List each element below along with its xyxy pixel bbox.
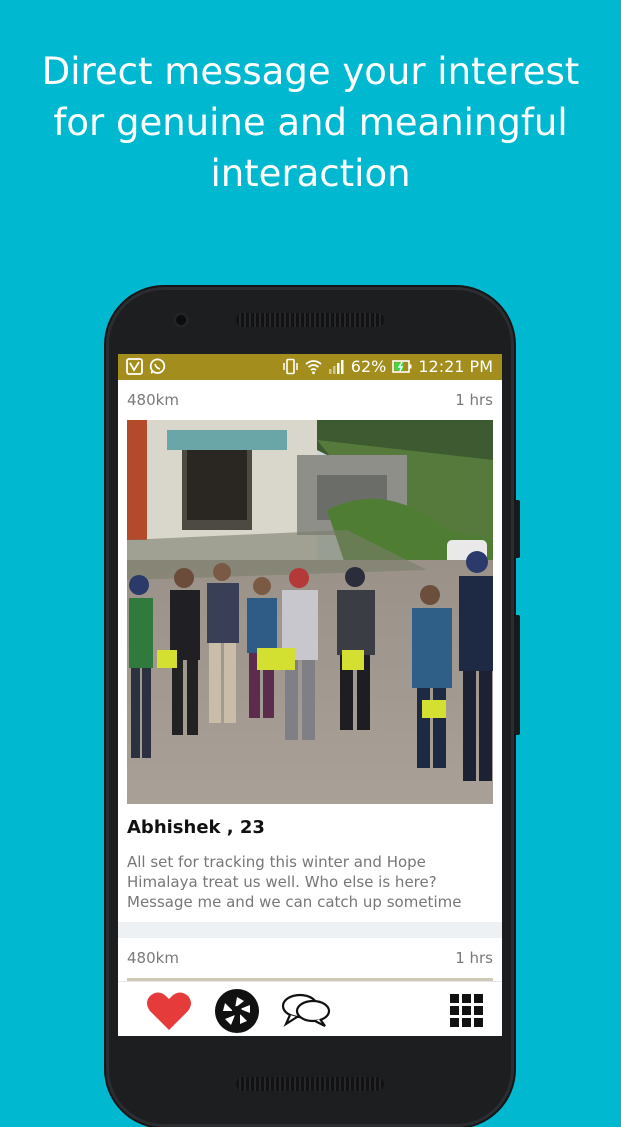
- front-camera: [173, 312, 189, 328]
- volume-button: [514, 500, 520, 558]
- post-author[interactable]: Abhishek , 23: [127, 817, 493, 841]
- status-bar: 62% 12:21 PM: [118, 354, 502, 380]
- post-card[interactable]: 480km 1 hrs: [118, 380, 502, 922]
- post-photo[interactable]: [127, 420, 493, 804]
- post-distance: 480km: [127, 391, 179, 409]
- wifi-icon: [305, 360, 322, 375]
- post-caption: All set for tracking this winter and Hop…: [127, 853, 462, 911]
- top-speaker: [236, 313, 384, 327]
- power-button: [514, 615, 520, 735]
- promo-line-2: for genuine and meaningful: [53, 101, 568, 144]
- post-time: 1 hrs: [455, 949, 493, 967]
- battery-icon: [392, 360, 412, 373]
- grid-icon[interactable]: [450, 994, 484, 1028]
- feed[interactable]: 480km 1 hrs Abhishek , 23 All set for tr…: [118, 380, 502, 1008]
- post-distance: 480km: [127, 949, 179, 967]
- camera-shutter-icon[interactable]: [214, 988, 260, 1034]
- status-time: 12:21 PM: [418, 357, 493, 376]
- promo-line-1: Direct message your interest: [41, 50, 580, 93]
- signal-icon: [328, 360, 344, 374]
- bottom-speaker: [236, 1077, 384, 1091]
- promo-line-3: interaction: [210, 152, 411, 195]
- whatsapp-icon: [149, 358, 166, 374]
- vibrate-icon: [283, 358, 298, 375]
- app-icon: [126, 358, 143, 375]
- app-screen: 62% 12:21 PM 480km 1 hrs Abhishek , 23 A…: [118, 354, 502, 1036]
- post-time: 1 hrs: [455, 391, 493, 409]
- post-separator: [118, 922, 502, 938]
- bottom-nav: [118, 981, 502, 1036]
- heart-icon[interactable]: [146, 990, 192, 1032]
- chat-icon[interactable]: [280, 992, 332, 1028]
- promo-headline: Direct message your interest for genuine…: [0, 46, 621, 199]
- battery-percent: 62%: [350, 357, 387, 376]
